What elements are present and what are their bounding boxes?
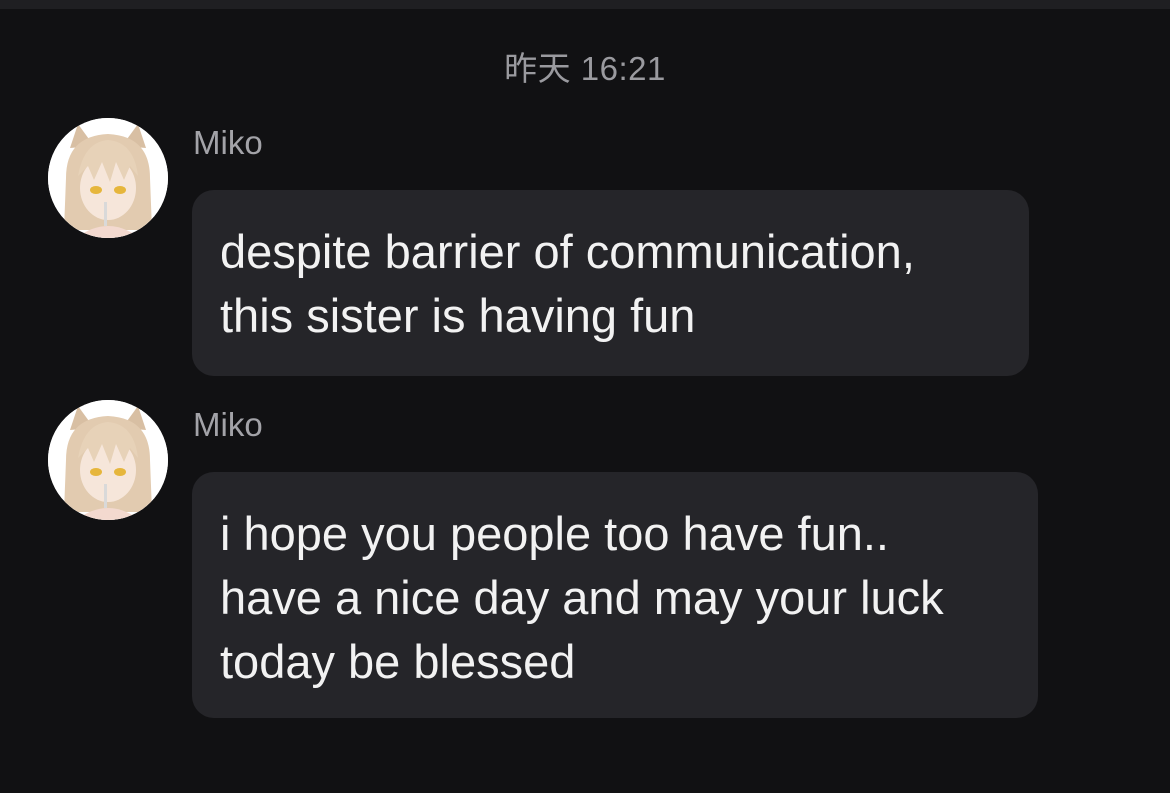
sender-avatar[interactable]: [48, 400, 168, 520]
message-line: this sister is having fun: [220, 289, 696, 342]
message-line: despite barrier of communication,: [220, 225, 915, 278]
message-bubble[interactable]: i hope you people too have fun.. have a …: [192, 472, 1038, 718]
message-line: today be blessed: [220, 635, 576, 688]
anime-girl-avatar-icon: [48, 118, 168, 238]
message-bubble[interactable]: despite barrier of communication, this s…: [192, 190, 1029, 376]
sender-avatar[interactable]: [48, 118, 168, 238]
message-line: have a nice day and may your luck: [220, 571, 944, 624]
sender-name: Miko: [193, 124, 263, 161]
message-timestamp: 昨天 16:21: [504, 50, 666, 87]
message-line: i hope you people too have fun..: [220, 507, 889, 560]
anime-girl-avatar-icon: [48, 400, 168, 520]
sender-name: Miko: [193, 406, 263, 443]
top-bar: [0, 0, 1170, 9]
